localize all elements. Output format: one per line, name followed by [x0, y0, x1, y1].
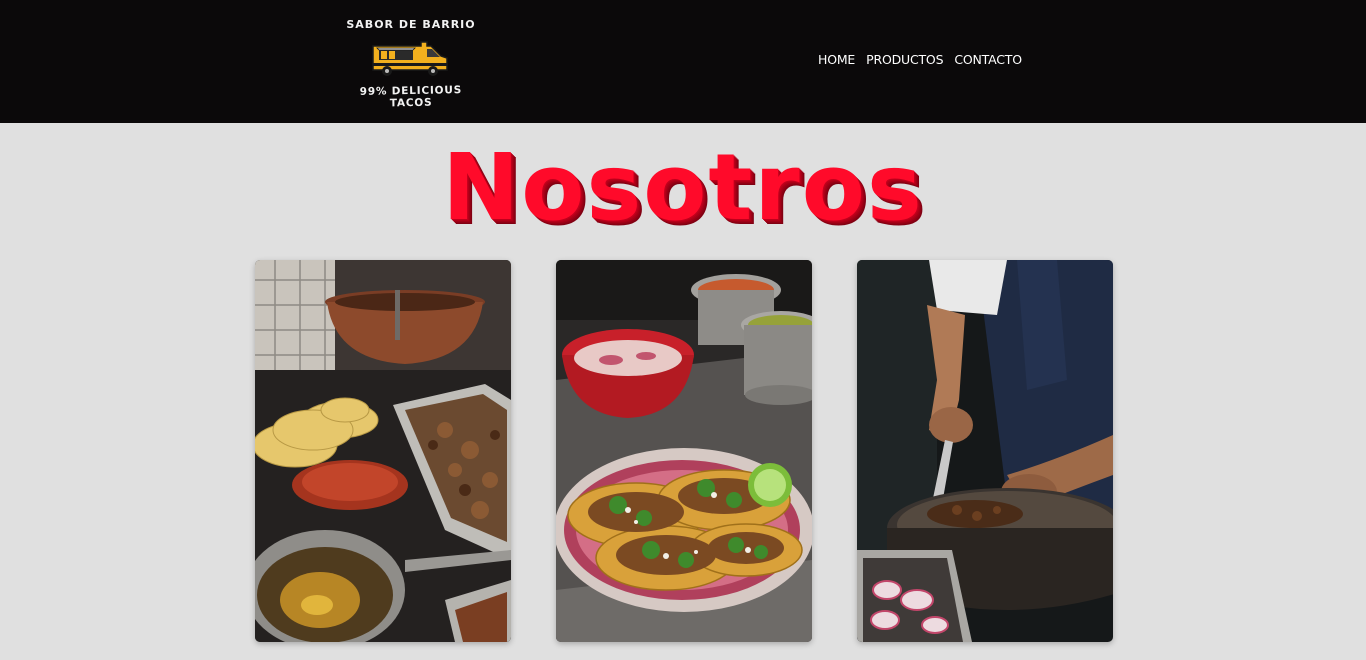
- nav-contacto-link[interactable]: CONTACTO: [954, 52, 1022, 70]
- food-truck-icon: [372, 41, 448, 76]
- page-title: Nosotros: [442, 134, 924, 241]
- nav-productos-link[interactable]: PRODUCTOS: [866, 52, 943, 70]
- logo-tagline: 99% DELICIOUS TACOS: [359, 84, 463, 110]
- prep-station-image: [255, 260, 511, 642]
- photo-card-tacos-plate: [556, 260, 812, 642]
- nav-home-link[interactable]: HOME: [818, 52, 855, 70]
- main-nav: HOME PRODUCTOS CONTACTO: [818, 52, 1022, 70]
- photo-card-prep-station: [255, 260, 511, 642]
- photo-card-taquero: [857, 260, 1113, 642]
- site-header: SABOR DE BARRIO 99% DELICIOUS TACOS HOME…: [0, 0, 1366, 123]
- site-logo[interactable]: SABOR DE BARRIO 99% DELICIOUS TACOS: [338, 14, 484, 109]
- taquero-image: [857, 260, 1113, 642]
- logo-brand-text: SABOR DE BARRIO: [346, 18, 476, 31]
- tacos-plate-image: [556, 260, 812, 642]
